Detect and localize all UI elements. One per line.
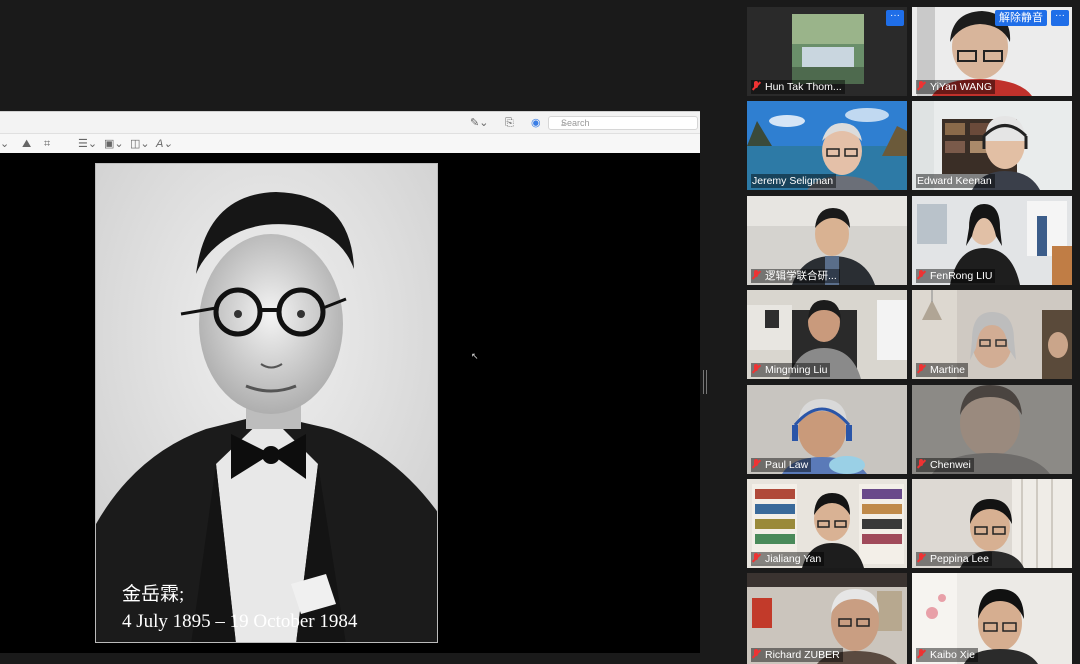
participant-name-label: Richard ZUBER (751, 648, 843, 662)
adjust-color-icon: ⛰ (22, 138, 32, 150)
participant-name-label: Peppina Lee (916, 552, 992, 566)
video-tile[interactable]: Chenwei (912, 385, 1072, 474)
muted-mic-icon (917, 81, 926, 91)
search-placeholder: Search (561, 118, 590, 128)
video-tile[interactable]: Richard ZUBER (747, 573, 907, 664)
participant-name-label: YiYan WANG (916, 80, 996, 94)
muted-mic-icon (752, 649, 761, 659)
participant-name-label: FenRong LIU (916, 269, 996, 283)
resize-handle[interactable] (703, 370, 707, 394)
participant-name-label: Chenwei (916, 458, 974, 472)
share-icon: ⎘ (505, 117, 514, 129)
muted-mic-icon (917, 553, 926, 563)
muted-mic-icon (752, 364, 761, 374)
muted-mic-icon (917, 459, 926, 469)
caption-name: 金岳霖; (122, 584, 185, 605)
participant-name-label: Martine (916, 363, 969, 377)
video-tile-active-speaker[interactable]: Jeremy Seligman (747, 101, 907, 190)
participant-name-label: Hun Tak Thom... (751, 80, 845, 94)
participant-name-label: Jialiang Yan (751, 552, 825, 566)
mouse-cursor-icon: ↖ (471, 351, 479, 361)
more-options-button[interactable]: ··· (1051, 10, 1069, 26)
video-tile[interactable]: Jialiang Yan (747, 479, 907, 568)
muted-mic-icon (917, 270, 926, 280)
participant-name-label: 逻辑学联合研... (751, 269, 840, 283)
participant-name-label: Jeremy Seligman (751, 174, 837, 188)
more-options-button[interactable]: ··· (886, 10, 904, 26)
slide-area: 金岳霖; 4 July 1895 – 19 October 1984 (0, 153, 700, 653)
video-tile[interactable]: 逻辑学联合研... (747, 196, 907, 285)
unmute-button[interactable]: 解除静音 (995, 10, 1047, 26)
portrait-photo: 金岳霖; 4 July 1895 – 19 October 1984 (95, 163, 438, 643)
shape-icon: ▣⌄ (104, 138, 124, 150)
muted-mic-icon (752, 553, 761, 563)
crop-icon: ⌗ (44, 138, 51, 150)
video-tile[interactable]: FenRong LIU (912, 196, 1072, 285)
shared-app-toolbar: ✎⌄ ⎘ ◉ ⌕ Search ⌄ ⛰ ⌗ ☰⌄ ▣⌄ ◫⌄ A⌄ (0, 111, 700, 155)
pen-icon: ✎⌄ (470, 117, 489, 129)
participant-name-label: Mingming Liu (751, 363, 831, 377)
muted-mic-icon (917, 649, 926, 659)
video-tile[interactable]: 解除静音 ··· YiYan WANG (912, 7, 1072, 96)
video-tile[interactable]: ··· Hun Tak Thom... (747, 7, 907, 96)
participant-name-label: Kaibo Xie (916, 648, 978, 662)
video-tile[interactable]: Kaibo Xie (912, 573, 1072, 664)
muted-mic-icon (752, 459, 761, 469)
text-style-icon: A⌄ (156, 138, 173, 150)
participant-name-label: Edward Keenan (916, 174, 995, 188)
list-icon: ☰⌄ (78, 138, 98, 150)
border-icon: ◫⌄ (130, 138, 150, 150)
participant-name-label: Paul Law (751, 458, 812, 472)
chevron-down-icon: ⌄ (0, 138, 10, 150)
muted-mic-icon (917, 364, 926, 374)
video-tile[interactable]: Peppina Lee (912, 479, 1072, 568)
video-tile[interactable]: Paul Law (747, 385, 907, 474)
portrait-image (96, 164, 437, 642)
shared-screen: ✎⌄ ⎘ ◉ ⌕ Search ⌄ ⛰ ⌗ ☰⌄ ▣⌄ ◫⌄ A⌄ 金岳霖; 4… (0, 0, 703, 664)
caption-dates: 4 July 1895 – 19 October 1984 (122, 611, 358, 632)
video-tile[interactable]: Edward Keenan (912, 101, 1072, 190)
video-tile[interactable]: Mingming Liu (747, 290, 907, 379)
search-field: ⌕ Search (548, 116, 698, 130)
video-tile[interactable]: Martine (912, 290, 1072, 379)
muted-mic-icon (752, 270, 761, 280)
markup-icon: ◉ (531, 117, 541, 129)
muted-mic-icon (752, 81, 761, 91)
